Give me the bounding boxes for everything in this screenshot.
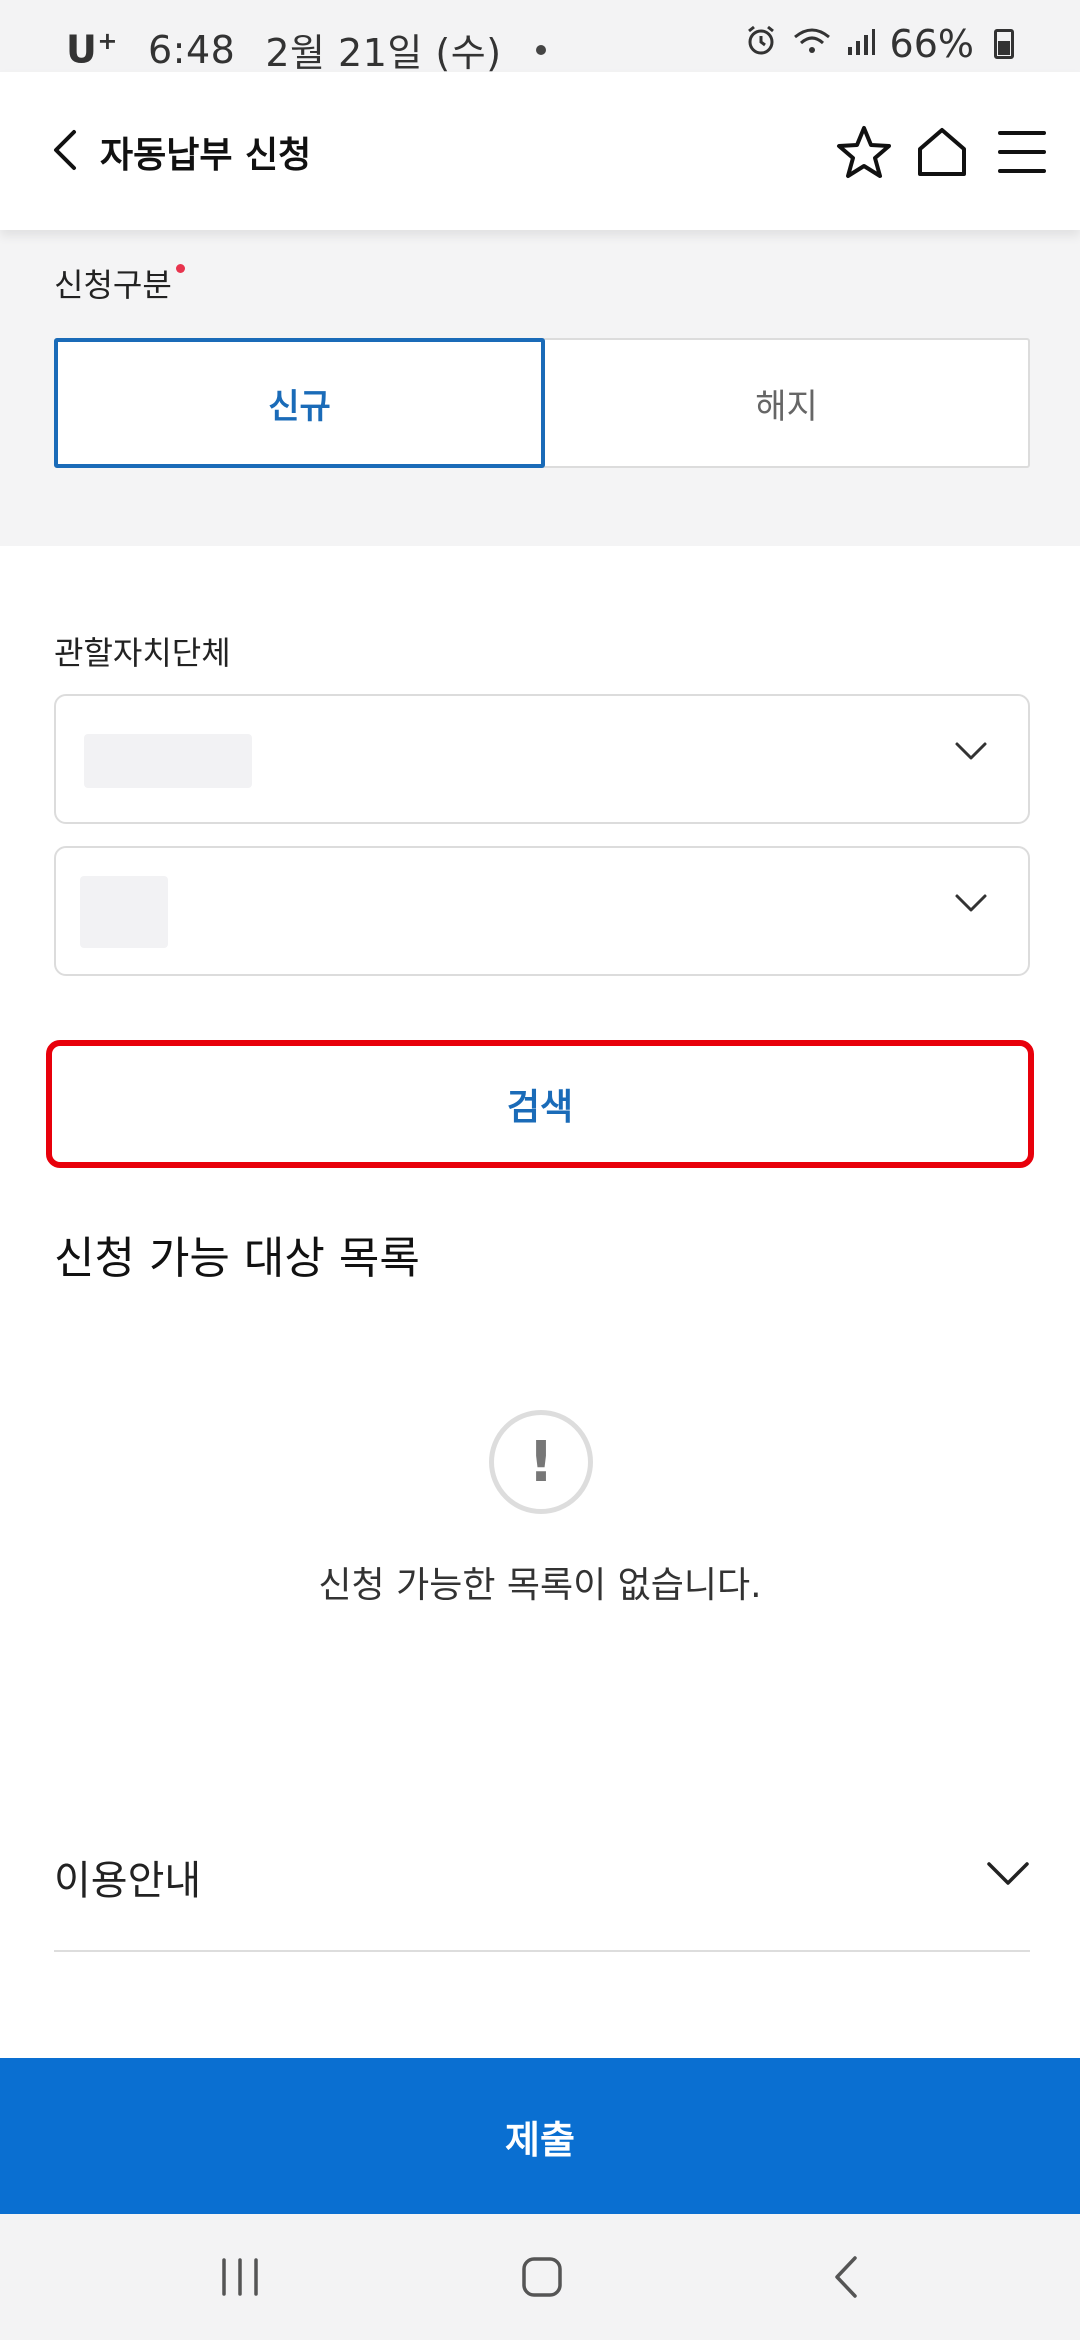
chevron-down-icon	[955, 742, 987, 760]
jurisdiction-label: 관할자치단체	[54, 634, 231, 672]
recent-apps-button[interactable]	[200, 2244, 280, 2310]
status-time: 6:48	[147, 27, 236, 72]
carrier-label: U+	[66, 27, 118, 72]
required-marker	[175, 264, 185, 273]
notification-dot-icon	[535, 44, 546, 55]
back-icon	[54, 130, 76, 170]
battery-percent: 66%	[889, 22, 974, 66]
app-header: 자동납부 신청	[0, 72, 1080, 230]
star-icon	[837, 126, 891, 178]
menu-button[interactable]	[990, 120, 1054, 184]
signal-icon	[846, 22, 876, 66]
results-title: 신청 가능 대상 목록	[54, 1233, 420, 1284]
application-type-label: 신청구분	[54, 260, 185, 306]
usage-guide-label: 이용안내	[54, 1858, 202, 1904]
recent-apps-icon	[222, 2258, 258, 2296]
menu-icon	[998, 131, 1046, 173]
chevron-down-icon	[955, 894, 987, 912]
empty-message: 신청 가능한 목록이 없습니다.	[318, 1565, 762, 1606]
option-cancel-button[interactable]: 해지	[545, 340, 1028, 466]
battery-icon	[994, 29, 1014, 59]
application-type-toggle: 신규 해지	[54, 338, 1030, 468]
page-title: 자동납부 신청	[100, 135, 312, 176]
status-right: 66%	[744, 22, 1014, 66]
chevron-down-icon	[987, 1862, 1029, 1885]
province-select[interactable]	[54, 694, 1030, 824]
search-button[interactable]: 검색	[46, 1040, 1034, 1168]
option-new-button[interactable]: 신규	[54, 338, 545, 468]
province-value	[84, 734, 252, 788]
back-button[interactable]	[40, 122, 90, 178]
home-button[interactable]	[910, 120, 974, 184]
status-date: 2월 21일 (수)	[265, 31, 502, 75]
favorite-button[interactable]	[832, 120, 896, 184]
application-type-section: 신청구분 신규 해지	[0, 230, 1080, 546]
status-bar: U+ 6:48 2월 21일 (수) 66%	[0, 0, 1080, 75]
back-nav-button[interactable]	[805, 2244, 885, 2310]
home-nav-button[interactable]	[502, 2244, 582, 2310]
usage-guide-accordion[interactable]: 이용안내	[54, 1838, 1030, 1952]
district-select[interactable]	[54, 846, 1030, 976]
alert-icon: !	[489, 1410, 593, 1514]
system-nav-bar	[0, 2214, 1080, 2340]
back-nav-icon	[835, 2256, 857, 2298]
alarm-icon	[744, 22, 778, 66]
status-left: U+ 6:48 2월 21일 (수)	[66, 22, 546, 77]
wifi-icon	[792, 22, 832, 66]
district-value	[80, 876, 168, 948]
home-icon	[918, 128, 966, 176]
submit-button[interactable]: 제출	[0, 2058, 1080, 2214]
home-nav-icon	[522, 2257, 562, 2297]
